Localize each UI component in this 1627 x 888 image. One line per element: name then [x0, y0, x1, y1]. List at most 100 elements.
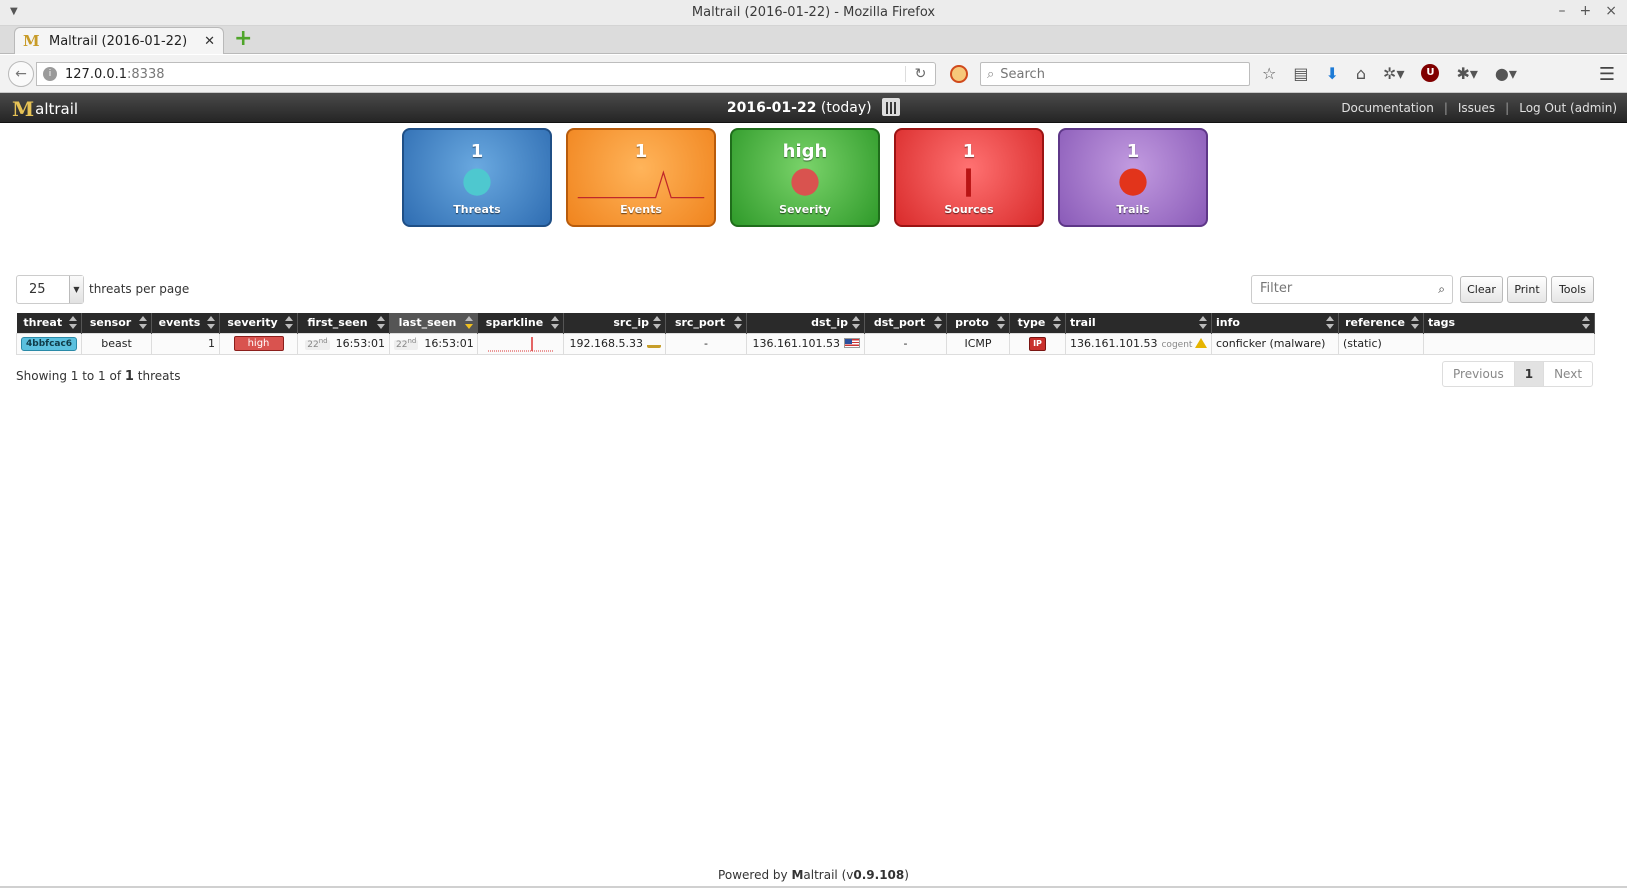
counter-value: 1: [470, 141, 484, 162]
filter-input[interactable]: [1260, 281, 1430, 296]
col-dst-ip[interactable]: dst_ip: [746, 313, 865, 333]
sources-counter[interactable]: 1 Sources: [894, 128, 1044, 227]
sort-arrows-icon: [997, 316, 1005, 330]
per-page-label: threats per page: [89, 282, 190, 296]
col-threat[interactable]: threat: [16, 313, 82, 333]
addon-icon[interactable]: ✱▾: [1456, 64, 1477, 83]
cell-sparkline: [477, 332, 564, 355]
site-info-icon[interactable]: i: [43, 67, 57, 81]
counter-label: Trails: [1116, 203, 1150, 216]
print-button[interactable]: Print: [1507, 276, 1547, 303]
tab-strip: M Maltrail (2016-01-22) ✕ +: [0, 26, 1627, 54]
browser-tab[interactable]: M Maltrail (2016-01-22) ✕: [14, 27, 224, 54]
clear-button[interactable]: Clear: [1460, 276, 1503, 303]
cell-events: 1: [151, 332, 220, 355]
period-suffix: (today): [820, 100, 872, 116]
maximize-icon[interactable]: +: [1580, 3, 1592, 19]
counter-label: Severity: [779, 203, 831, 216]
issues-link[interactable]: Issues: [1458, 101, 1495, 115]
window-titlebar: ▼ Maltrail (2016-01-22) - Mozilla Firefo…: [0, 0, 1627, 26]
col-type[interactable]: type: [1009, 313, 1066, 333]
sort-arrows-icon: [465, 316, 473, 330]
counter-value: 1: [634, 141, 648, 162]
menu-hamburger-icon[interactable]: ☰: [1599, 64, 1615, 85]
threats-counter[interactable]: 1 Threats: [402, 128, 552, 227]
filter-box[interactable]: ⌕: [1251, 275, 1453, 304]
ublock-icon[interactable]: U: [1421, 64, 1440, 82]
severity-counter[interactable]: high Severity: [730, 128, 880, 227]
close-window-icon[interactable]: ×: [1605, 3, 1617, 19]
counter-label: Events: [620, 203, 662, 216]
app-header: M altrail 2016-01-22 (today) Documentati…: [0, 93, 1627, 123]
cell-sensor: beast: [81, 332, 152, 355]
counter-label: Threats: [453, 203, 501, 216]
sort-arrows-icon: [734, 316, 742, 330]
page-1-button[interactable]: 1: [1514, 362, 1545, 386]
search-input[interactable]: [1000, 66, 1231, 82]
powered-by-footer: Powered by Maltrail (v0.9.108): [718, 868, 909, 882]
sort-arrows-icon: [1326, 316, 1334, 330]
download-icon[interactable]: ⬇: [1325, 64, 1338, 83]
col-dst-port[interactable]: dst_port: [864, 313, 947, 333]
sort-arrows-icon: [653, 316, 661, 330]
sources-bar: [966, 168, 971, 197]
profile-icon[interactable]: ●▾: [1495, 64, 1517, 83]
cell-dst-ip: 136.161.101.53: [746, 332, 865, 355]
events-sparkline: [577, 170, 705, 199]
trails-pie-slice: [1119, 168, 1147, 196]
calendar-icon[interactable]: [882, 98, 901, 116]
col-first-seen[interactable]: first_seen: [297, 313, 390, 333]
cell-first-seen: 22nd 16:53:01: [297, 332, 390, 355]
cell-src-ip: 192.168.5.33: [563, 332, 666, 355]
events-sparkline-line: [577, 170, 705, 199]
minimize-icon[interactable]: –: [1559, 3, 1566, 19]
reload-icon[interactable]: ↻: [905, 66, 935, 82]
sort-arrows-icon: [1053, 316, 1061, 330]
col-severity[interactable]: severity: [219, 313, 298, 333]
next-page-button[interactable]: Next: [1544, 362, 1592, 386]
documentation-link[interactable]: Documentation: [1341, 101, 1434, 115]
trails-counter[interactable]: 1 Trails: [1058, 128, 1208, 227]
cell-threat: 4bbfcac6: [16, 332, 82, 355]
new-tab-icon[interactable]: +: [234, 28, 254, 50]
counter-value: 1: [1126, 141, 1140, 162]
col-src-ip[interactable]: src_ip: [563, 313, 666, 333]
extension-icon[interactable]: ✲▾: [1383, 64, 1404, 83]
lan-icon: [647, 339, 661, 348]
noscript-icon[interactable]: [950, 65, 968, 83]
reading-list-icon[interactable]: ▤: [1293, 64, 1308, 83]
threat-id-badge[interactable]: 4bbfcac6: [21, 337, 78, 351]
col-tags[interactable]: tags: [1423, 313, 1595, 333]
col-last-seen[interactable]: last_seen: [389, 313, 478, 333]
back-arrow-icon[interactable]: ←: [8, 61, 34, 87]
tab-title: Maltrail (2016-01-22): [49, 33, 188, 49]
col-trail[interactable]: trail: [1065, 313, 1212, 333]
url-bar[interactable]: i 127.0.0.1:8338 ↻: [36, 62, 936, 86]
threats-per-page-select[interactable]: 25 ▼: [16, 275, 84, 304]
col-src-port[interactable]: src_port: [665, 313, 747, 333]
col-info[interactable]: info: [1211, 313, 1339, 333]
events-counter[interactable]: 1 Events: [566, 128, 716, 227]
logout-link[interactable]: Log Out (admin): [1519, 101, 1617, 115]
counter-label: Sources: [944, 203, 994, 216]
col-proto[interactable]: proto: [946, 313, 1010, 333]
tools-button[interactable]: Tools: [1551, 276, 1594, 303]
previous-page-button[interactable]: Previous: [1443, 362, 1515, 386]
dropdown-arrow-icon[interactable]: ▼: [69, 276, 83, 303]
table-row[interactable]: 4bbfcac6 beast 1 high 22nd 16:53:01 22nd 1…: [16, 332, 1595, 355]
search-bar[interactable]: ⌕: [980, 62, 1250, 86]
pagination: Previous 1 Next: [1442, 361, 1594, 387]
home-icon[interactable]: ⌂: [1356, 64, 1366, 83]
col-events[interactable]: events: [151, 313, 220, 333]
day-badge: 22nd: [394, 337, 419, 350]
sort-arrows-icon: [69, 316, 77, 330]
col-reference[interactable]: reference: [1338, 313, 1424, 333]
severity-pie-slice: [791, 168, 819, 196]
col-sensor[interactable]: sensor: [81, 313, 152, 333]
tab-close-icon[interactable]: ✕: [204, 34, 215, 49]
per-page-value: 25: [29, 282, 46, 297]
col-sparkline[interactable]: sparkline: [477, 313, 564, 333]
sort-arrows-icon: [852, 316, 860, 330]
maltrail-favicon-icon: M: [23, 32, 40, 50]
bookmark-star-icon[interactable]: ☆: [1262, 64, 1276, 83]
